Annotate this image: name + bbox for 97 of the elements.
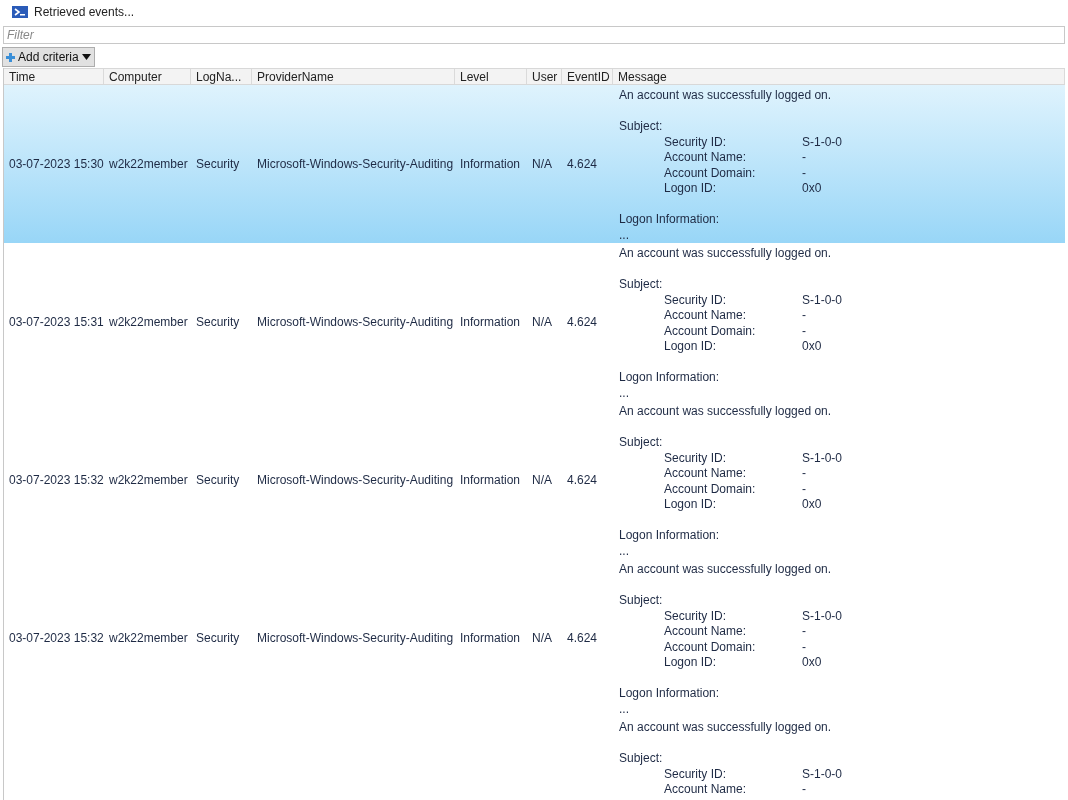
field-value: S-1-0-0 bbox=[802, 292, 842, 308]
table-cell-text: 03-07-2023 15:31 bbox=[9, 314, 104, 331]
field-value: - bbox=[802, 639, 806, 655]
field-label: Logon ID: bbox=[664, 655, 718, 671]
field-value: 0x0 bbox=[802, 655, 822, 671]
table-cell-text: Security bbox=[196, 156, 240, 173]
message-text: ... bbox=[619, 543, 629, 559]
table-cell-text: Information bbox=[460, 156, 521, 173]
message-text: ... bbox=[619, 227, 629, 243]
message-text: ... bbox=[619, 385, 629, 401]
table-cell-text: Information bbox=[460, 630, 521, 647]
field-value: S-1-0-0 bbox=[802, 766, 842, 782]
table-cell-text: Microsoft-Windows-Security-Auditing bbox=[257, 472, 454, 489]
field-value: S-1-0-0 bbox=[802, 450, 842, 466]
field-label: Account Domain: bbox=[664, 165, 757, 181]
table-cell-text: Microsoft-Windows-Security-Auditing bbox=[257, 314, 454, 331]
column-header[interactable]: LogNa... bbox=[191, 69, 252, 84]
message-text: ... bbox=[619, 701, 629, 717]
message-text: Logon Information: bbox=[619, 686, 720, 702]
field-value: - bbox=[802, 782, 806, 798]
field-label: Account Name: bbox=[664, 150, 748, 166]
table-cell-text: 03-07-2023 15:30 bbox=[9, 156, 104, 173]
field-label: Logon ID: bbox=[664, 497, 718, 513]
plus-icon bbox=[6, 52, 15, 62]
message-text: Logon Information: bbox=[619, 212, 720, 228]
column-header[interactable]: Time bbox=[4, 69, 104, 84]
message-text: Logon Information: bbox=[619, 370, 720, 386]
column-header[interactable]: ProviderName bbox=[252, 69, 455, 84]
field-label: Account Name: bbox=[664, 466, 748, 482]
message-text: Subject: bbox=[619, 751, 663, 767]
field-value: S-1-0-0 bbox=[802, 608, 842, 624]
field-label: Account Name: bbox=[664, 624, 748, 640]
message-text: Subject: bbox=[619, 277, 663, 293]
table-cell-text: 03-07-2023 15:32 bbox=[9, 630, 104, 647]
field-label: Account Domain: bbox=[664, 323, 757, 339]
table-row[interactable] bbox=[4, 85, 1065, 243]
column-header[interactable]: Message bbox=[613, 69, 1065, 84]
field-label: Logon ID: bbox=[664, 339, 718, 355]
column-header[interactable]: Level bbox=[455, 69, 527, 84]
field-label: Logon ID: bbox=[664, 181, 718, 197]
message-text: An account was successfully logged on. bbox=[619, 562, 832, 578]
table-cell-text: Information bbox=[460, 472, 521, 489]
window-title: Retrieved events... bbox=[34, 4, 135, 21]
field-label: Security ID: bbox=[664, 292, 727, 308]
field-label: Security ID: bbox=[664, 134, 727, 150]
message-text: Subject: bbox=[619, 435, 663, 451]
table-cell-text: w2k22member bbox=[109, 314, 188, 331]
table-cell-text: Microsoft-Windows-Security-Auditing bbox=[257, 630, 454, 647]
field-label: Account Domain: bbox=[664, 639, 757, 655]
field-value: - bbox=[802, 150, 806, 166]
field-value: S-1-0-0 bbox=[802, 134, 842, 150]
field-value: - bbox=[802, 466, 806, 482]
table-cell-text: 03-07-2023 15:32 bbox=[9, 472, 104, 489]
message-text: An account was successfully logged on. bbox=[619, 246, 832, 262]
table-cell-text: w2k22member bbox=[109, 156, 188, 173]
field-label: Account Name: bbox=[664, 308, 748, 324]
message-text: Subject: bbox=[619, 593, 663, 609]
table-cell-text: 4.624 bbox=[567, 630, 598, 647]
field-value: - bbox=[802, 165, 806, 181]
table-cell-text: w2k22member bbox=[109, 472, 188, 489]
table-cell-text: Microsoft-Windows-Security-Auditing bbox=[257, 156, 454, 173]
table-cell-text: Security bbox=[196, 472, 240, 489]
column-header[interactable]: User bbox=[527, 69, 562, 84]
table-cell-text: Security bbox=[196, 314, 240, 331]
column-header[interactable]: Computer bbox=[104, 69, 191, 84]
field-value: - bbox=[802, 624, 806, 640]
field-label: Account Name: bbox=[664, 782, 748, 798]
table-cell-text: N/A bbox=[532, 472, 552, 489]
table-cell-text: 4.624 bbox=[567, 156, 598, 173]
table-cell-text: Information bbox=[460, 314, 521, 331]
message-text: Logon Information: bbox=[619, 528, 720, 544]
column-header[interactable]: EventID bbox=[562, 69, 613, 84]
table-cell-text: N/A bbox=[532, 314, 552, 331]
message-text: Subject: bbox=[619, 119, 663, 135]
message-text: An account was successfully logged on. bbox=[619, 404, 832, 420]
field-label: Security ID: bbox=[664, 608, 727, 624]
table-cell-text: 4.624 bbox=[567, 472, 598, 489]
field-value: - bbox=[802, 481, 806, 497]
table-cell-text: N/A bbox=[532, 630, 552, 647]
field-label: Security ID: bbox=[664, 766, 727, 782]
table-cell-text: N/A bbox=[532, 156, 552, 173]
terminal-icon bbox=[12, 6, 28, 18]
field-value: - bbox=[802, 323, 806, 339]
table-cell-text: w2k22member bbox=[109, 630, 188, 647]
field-value: 0x0 bbox=[802, 181, 822, 197]
field-label: Security ID: bbox=[664, 450, 727, 466]
field-value: 0x0 bbox=[802, 339, 822, 355]
field-value: 0x0 bbox=[802, 497, 822, 513]
table-cell-text: Security bbox=[196, 630, 240, 647]
message-text: An account was successfully logged on. bbox=[619, 720, 832, 736]
field-value: - bbox=[802, 308, 806, 324]
field-label: Account Domain: bbox=[664, 481, 757, 497]
filter-field[interactable]: Filter bbox=[3, 26, 1065, 44]
add-criteria-button[interactable]: Add criteria bbox=[2, 47, 95, 67]
message-text: An account was successfully logged on. bbox=[619, 88, 832, 104]
caret-icon bbox=[81, 54, 91, 60]
table-cell-text: 4.624 bbox=[567, 314, 598, 331]
